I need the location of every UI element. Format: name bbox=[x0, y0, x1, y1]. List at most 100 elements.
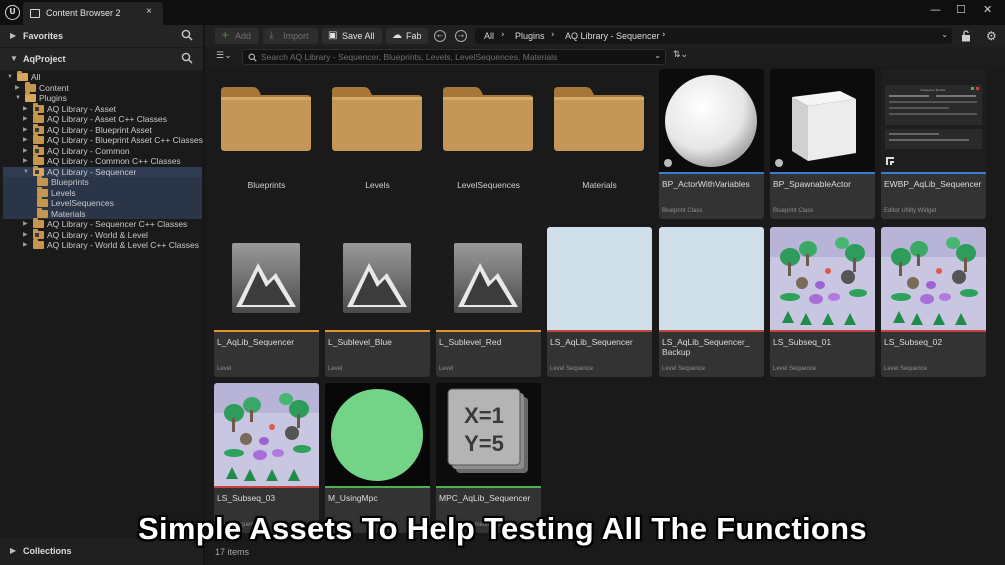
minimize-button[interactable]: — bbox=[930, 3, 941, 16]
asset-type-color-bar bbox=[659, 330, 764, 332]
folder-tile[interactable]: Levels bbox=[325, 69, 430, 219]
tree-item[interactable]: ▶ AQ Library - World & Level C++ Classes bbox=[3, 239, 202, 251]
asset-tile[interactable]: L_AqLib_Sequencer Level bbox=[214, 227, 319, 377]
folder-icon bbox=[37, 207, 48, 218]
asset-tile[interactable]: LS_Subseq_02 Level Sequence bbox=[881, 227, 986, 377]
chevron-right-icon[interactable]: ▶ bbox=[23, 156, 28, 166]
mpc-line: Y=5 bbox=[464, 431, 504, 456]
filter-icon[interactable]: ☰⌄ bbox=[216, 51, 232, 61]
chevron-right-icon[interactable]: ▶ bbox=[23, 135, 28, 145]
gear-icon[interactable]: ⚙ bbox=[986, 29, 997, 43]
lock-icon[interactable] bbox=[961, 30, 971, 42]
tree-item-label: LevelSequences bbox=[51, 198, 114, 208]
tree-item[interactable]: ▼ All bbox=[3, 71, 202, 83]
asset-name: L_AqLib_Sequencer bbox=[217, 337, 295, 347]
favorites-label: Favorites bbox=[23, 31, 64, 41]
folder-name: LevelSequences bbox=[457, 180, 520, 190]
asset-tile[interactable]: LS_Subseq_01 Level Sequence bbox=[770, 227, 875, 377]
search-field[interactable]: ⌄ bbox=[242, 49, 666, 65]
forward-arrow-icon[interactable]: → bbox=[455, 30, 467, 42]
folder-tile[interactable]: LevelSequences bbox=[436, 69, 541, 219]
sphere-thumbnail bbox=[659, 69, 764, 172]
folder-name: Blueprints bbox=[247, 180, 286, 190]
tree-item[interactable]: ▶ Content bbox=[3, 81, 202, 94]
fab-icon: ☁ bbox=[392, 30, 402, 41]
chevron-right-icon[interactable]: ▶ bbox=[23, 104, 28, 114]
asset-tile[interactable]: BP_ActorWithVariables Blueprint Class bbox=[659, 69, 764, 219]
asset-tile[interactable]: L_Sublevel_Red Level bbox=[436, 227, 541, 377]
chevron-right-icon[interactable]: ▶ bbox=[15, 83, 20, 93]
asset-tile[interactable]: Sequencer Module EWBP_AqLib_Sequencer Edit… bbox=[881, 69, 986, 219]
breadcrumb-item[interactable]: Plugins bbox=[515, 31, 545, 41]
asset-tile[interactable]: BP_SpawnableActor Blueprint Class bbox=[770, 69, 875, 219]
favorites-header[interactable]: ▶ Favorites bbox=[0, 25, 203, 47]
scene-thumbnail bbox=[214, 383, 319, 486]
folder-tile[interactable]: Blueprints bbox=[214, 69, 319, 219]
chevron-down-icon[interactable]: ▼ bbox=[7, 72, 13, 82]
chevron-down-icon[interactable]: ▼ bbox=[15, 93, 21, 103]
asset-name: L_Sublevel_Red bbox=[439, 337, 502, 347]
tab-content-browser[interactable]: Content Browser 2 × bbox=[23, 2, 163, 25]
breadcrumb-item[interactable]: AQ Library - Sequencer bbox=[565, 31, 660, 41]
import-icon: ⤓ bbox=[269, 30, 274, 41]
search-icon[interactable] bbox=[181, 29, 193, 41]
level-thumbnail bbox=[214, 227, 319, 330]
chevron-down-icon[interactable]: ⌄ bbox=[654, 51, 661, 60]
asset-name: M_UsingMpc bbox=[328, 493, 378, 503]
search-icon[interactable] bbox=[181, 52, 193, 64]
search-input[interactable] bbox=[261, 51, 641, 63]
tree-item[interactable]: ▼ AQ Library - Sequencer bbox=[3, 165, 202, 177]
chevron-right-icon[interactable]: › bbox=[501, 30, 505, 40]
chevron-right-icon[interactable]: ▶ bbox=[23, 146, 28, 156]
folder-tile[interactable]: Materials bbox=[547, 69, 652, 219]
asset-type: Blueprint Class bbox=[773, 208, 814, 214]
asset-tile[interactable]: L_Sublevel_Blue Level bbox=[325, 227, 430, 377]
folder-icon bbox=[37, 197, 48, 207]
folder-icon bbox=[25, 92, 36, 102]
tab-close-icon[interactable]: × bbox=[146, 6, 152, 17]
chevron-down-icon[interactable]: ▼ bbox=[23, 167, 29, 177]
chevron-right-icon[interactable]: ▶ bbox=[23, 219, 28, 229]
tree-item[interactable]: LevelSequences bbox=[3, 197, 202, 209]
tree-item[interactable]: ▶ AQ Library - Asset C++ Classes bbox=[3, 113, 202, 125]
chevron-right-icon[interactable]: ▶ bbox=[23, 125, 28, 135]
save-icon: ▣ bbox=[328, 30, 338, 41]
folder-icon bbox=[33, 228, 44, 239]
import-button[interactable]: ⤓ Import bbox=[263, 28, 318, 44]
asset-name: LS_AqLib_Sequencer_ Backup bbox=[662, 337, 750, 357]
folder-icon bbox=[33, 218, 44, 228]
chevron-right-icon[interactable]: ▶ bbox=[23, 240, 28, 250]
tree-item[interactable]: ▶ AQ Library - Sequencer C++ Classes bbox=[3, 218, 202, 230]
tree-item[interactable]: ▼ Plugins bbox=[3, 92, 202, 104]
chevron-right-icon[interactable]: ▶ bbox=[23, 230, 28, 240]
asset-tile[interactable]: LS_AqLib_Sequencer_ Backup Level Sequence bbox=[659, 227, 764, 377]
mpc-line: X=1 bbox=[464, 403, 504, 428]
tree-item-label: AQ Library - Sequencer bbox=[47, 166, 137, 177]
asset-grid: Blueprints Levels LevelSequences Materials B… bbox=[205, 67, 1005, 565]
save-all-button[interactable]: ▣ Save All bbox=[322, 28, 382, 44]
tree-item[interactable]: Blueprints bbox=[3, 176, 202, 188]
folder-icon bbox=[33, 134, 44, 144]
sort-icon[interactable]: ⇅⌄ bbox=[673, 50, 688, 60]
search-icon bbox=[248, 53, 257, 62]
tree-item[interactable]: Levels bbox=[3, 186, 202, 198]
project-header[interactable]: ▼ AqProject bbox=[0, 48, 203, 70]
back-arrow-icon[interactable]: ← bbox=[434, 30, 446, 42]
folder-icon bbox=[25, 81, 36, 92]
chevron-right-icon[interactable]: ▶ bbox=[23, 114, 28, 124]
chevron-right-icon[interactable]: › bbox=[551, 30, 555, 40]
close-window-button[interactable]: ✕ bbox=[983, 3, 992, 16]
maximize-button[interactable]: ☐ bbox=[956, 3, 966, 16]
asset-tile[interactable]: LS_AqLib_Sequencer Level Sequence bbox=[547, 227, 652, 377]
add-button[interactable]: + Add bbox=[215, 28, 259, 44]
tree-item[interactable]: ▶ AQ Library - Common C++ Classes bbox=[3, 155, 202, 167]
tree-item[interactable]: ▶ AQ Library - Blueprint Asset C++ Classe… bbox=[3, 134, 203, 146]
tree-item-label: Plugins bbox=[39, 93, 67, 103]
project-label: AqProject bbox=[23, 54, 66, 64]
collections-label: Collections bbox=[23, 546, 72, 556]
chevron-down-icon[interactable]: ⌄ bbox=[941, 30, 948, 39]
folder-icon bbox=[17, 71, 28, 81]
chevron-right-icon[interactable]: › bbox=[662, 30, 666, 40]
fab-button[interactable]: ☁ Fab bbox=[386, 28, 428, 44]
breadcrumb-item[interactable]: All bbox=[484, 31, 494, 41]
